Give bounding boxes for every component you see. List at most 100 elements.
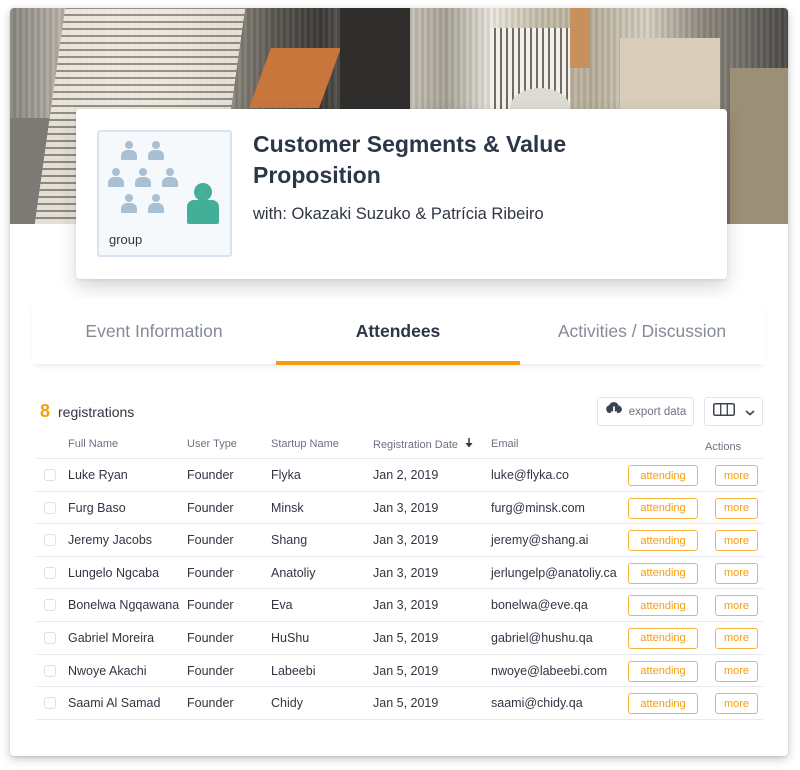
cell-email: gabriel@hushu.qa [491, 630, 593, 645]
cell-email: furg@minsk.com [491, 500, 585, 515]
more-button[interactable]: more [715, 530, 758, 552]
column-header-startup-name[interactable]: Startup Name [271, 438, 339, 450]
cell-full-name: Gabriel Moreira [68, 630, 155, 645]
attending-status-button[interactable]: attending [628, 530, 698, 552]
cell-registration-date: Jan 3, 2019 [373, 500, 439, 515]
cell-startup-name: Eva [271, 598, 293, 613]
columns-icon [712, 402, 735, 421]
cell-user-type: Founder [187, 663, 234, 678]
row-checkbox[interactable] [44, 631, 56, 644]
cell-user-type: Founder [187, 696, 234, 711]
row-checkbox[interactable] [44, 501, 56, 514]
event-title: Customer Segments & Value Proposition [253, 131, 567, 188]
column-header-user-type[interactable]: User Type [187, 438, 237, 450]
sort-arrow-down-icon [465, 438, 473, 451]
attending-status-button[interactable]: attending [628, 660, 698, 682]
cell-email: nwoye@labeebi.com [491, 663, 608, 678]
column-header-email[interactable]: Email [491, 438, 519, 450]
cell-full-name: Jeremy Jacobs [68, 533, 153, 548]
more-button[interactable]: more [715, 562, 758, 584]
attending-status-button[interactable]: attending [628, 693, 698, 715]
cell-full-name: Luke Ryan [68, 468, 128, 482]
table-row: Lungelo Ngcaba Founder Anatoliy Jan 3, 2… [36, 557, 763, 590]
attendees-table: Full Name User Type Startup Name Registr… [36, 434, 763, 720]
table-row: Nwoye Akachi Founder Labeebi Jan 5, 2019… [36, 655, 763, 688]
cell-user-type: Founder [187, 565, 234, 580]
row-checkbox[interactable] [44, 697, 56, 710]
table-row: Bonelwa Ngqawana Founder Eva Jan 3, 2019… [36, 589, 763, 622]
registrations-count: 8 registrations [40, 401, 134, 422]
table-row: Jeremy Jacobs Founder Shang Jan 3, 2019 … [36, 524, 763, 557]
more-button[interactable]: more [715, 693, 758, 715]
cell-full-name: Furg Baso [68, 500, 126, 515]
table-row: Furg Baso Founder Minsk Jan 3, 2019 furg… [36, 492, 763, 525]
cell-registration-date: Jan 3, 2019 [373, 565, 439, 580]
cell-registration-date: Jan 5, 2019 [373, 663, 439, 678]
export-data-button[interactable]: export data [597, 397, 694, 426]
cell-startup-name: Minsk [271, 500, 304, 515]
row-checkbox[interactable] [44, 664, 56, 677]
cloud-download-icon [605, 401, 623, 422]
event-hosts: with: Okazaki Suzuko & Patrícia Ribeiro [253, 205, 544, 223]
tab-event-information[interactable]: Event Information [32, 298, 276, 364]
columns-toggle-button[interactable] [704, 397, 763, 426]
cell-full-name: Saami Al Samad [68, 696, 161, 711]
attending-status-button[interactable]: attending [628, 595, 698, 617]
tab-bar: Event Information Attendees Activities /… [32, 298, 765, 365]
cell-startup-name: Shang [271, 533, 308, 548]
cell-registration-date: Jan 3, 2019 [373, 598, 439, 613]
lead-person-icon [187, 183, 219, 224]
cell-email: luke@flyka.co [491, 468, 569, 482]
table-row: Gabriel Moreira Founder HuShu Jan 5, 201… [36, 622, 763, 655]
table-row: Saami Al Samad Founder Chidy Jan 5, 2019… [36, 687, 763, 720]
cell-startup-name: Labeebi [271, 663, 316, 678]
table-body: Luke Ryan Founder Flyka Jan 2, 2019 luke… [36, 459, 763, 720]
cell-registration-date: Jan 2, 2019 [373, 468, 439, 482]
cell-full-name: Lungelo Ngcaba [68, 565, 160, 580]
row-checkbox[interactable] [44, 599, 56, 612]
row-checkbox[interactable] [44, 469, 56, 481]
cell-registration-date: Jan 5, 2019 [373, 630, 439, 645]
group-image-label: group [109, 232, 143, 247]
cell-email: jerlungelp@anatoliy.ca [491, 565, 617, 580]
attending-status-button[interactable]: attending [628, 497, 698, 519]
tab-activities-discussion[interactable]: Activities / Discussion [520, 298, 764, 364]
event-page: group Customer Segments & Value Proposit… [10, 8, 788, 756]
cell-user-type: Founder [187, 598, 234, 613]
table-header: Full Name User Type Startup Name Registr… [36, 434, 763, 459]
more-button[interactable]: more [715, 465, 758, 486]
column-header-actions: Actions [705, 441, 742, 453]
chevron-down-icon [744, 403, 755, 421]
cell-registration-date: Jan 3, 2019 [373, 533, 439, 548]
event-header-card: group Customer Segments & Value Proposit… [76, 109, 727, 279]
cell-startup-name: Flyka [271, 468, 301, 482]
row-checkbox[interactable] [44, 566, 56, 579]
cell-email: jeremy@shang.ai [491, 533, 589, 548]
cell-startup-name: Chidy [271, 696, 303, 711]
cell-email: bonelwa@eve.qa [491, 598, 588, 613]
cell-startup-name: HuShu [271, 630, 310, 645]
cell-full-name: Bonelwa Ngqawana [68, 598, 180, 613]
cell-startup-name: Anatoliy [271, 565, 316, 580]
more-button[interactable]: more [715, 660, 758, 682]
cell-user-type: Founder [187, 533, 234, 548]
cell-registration-date: Jan 5, 2019 [373, 696, 439, 711]
column-header-registration-date[interactable]: Registration Date [373, 438, 473, 451]
cell-full-name: Nwoye Akachi [68, 663, 147, 678]
registrations-label: registrations [58, 404, 135, 420]
group-image: group [97, 130, 232, 257]
row-checkbox[interactable] [44, 534, 56, 547]
attending-status-button[interactable]: attending [628, 465, 698, 486]
cell-user-type: Founder [187, 468, 234, 482]
table-row: Luke Ryan Founder Flyka Jan 2, 2019 luke… [36, 459, 763, 492]
attending-status-button[interactable]: attending [628, 562, 698, 584]
more-button[interactable]: more [715, 627, 758, 649]
more-button[interactable]: more [715, 497, 758, 519]
cell-user-type: Founder [187, 630, 234, 645]
registrations-number: 8 [40, 401, 51, 421]
attending-status-button[interactable]: attending [628, 627, 698, 649]
column-header-full-name[interactable]: Full Name [68, 438, 118, 450]
more-button[interactable]: more [715, 595, 758, 617]
tab-attendees[interactable]: Attendees [276, 298, 520, 365]
export-data-label: export data [628, 405, 687, 418]
